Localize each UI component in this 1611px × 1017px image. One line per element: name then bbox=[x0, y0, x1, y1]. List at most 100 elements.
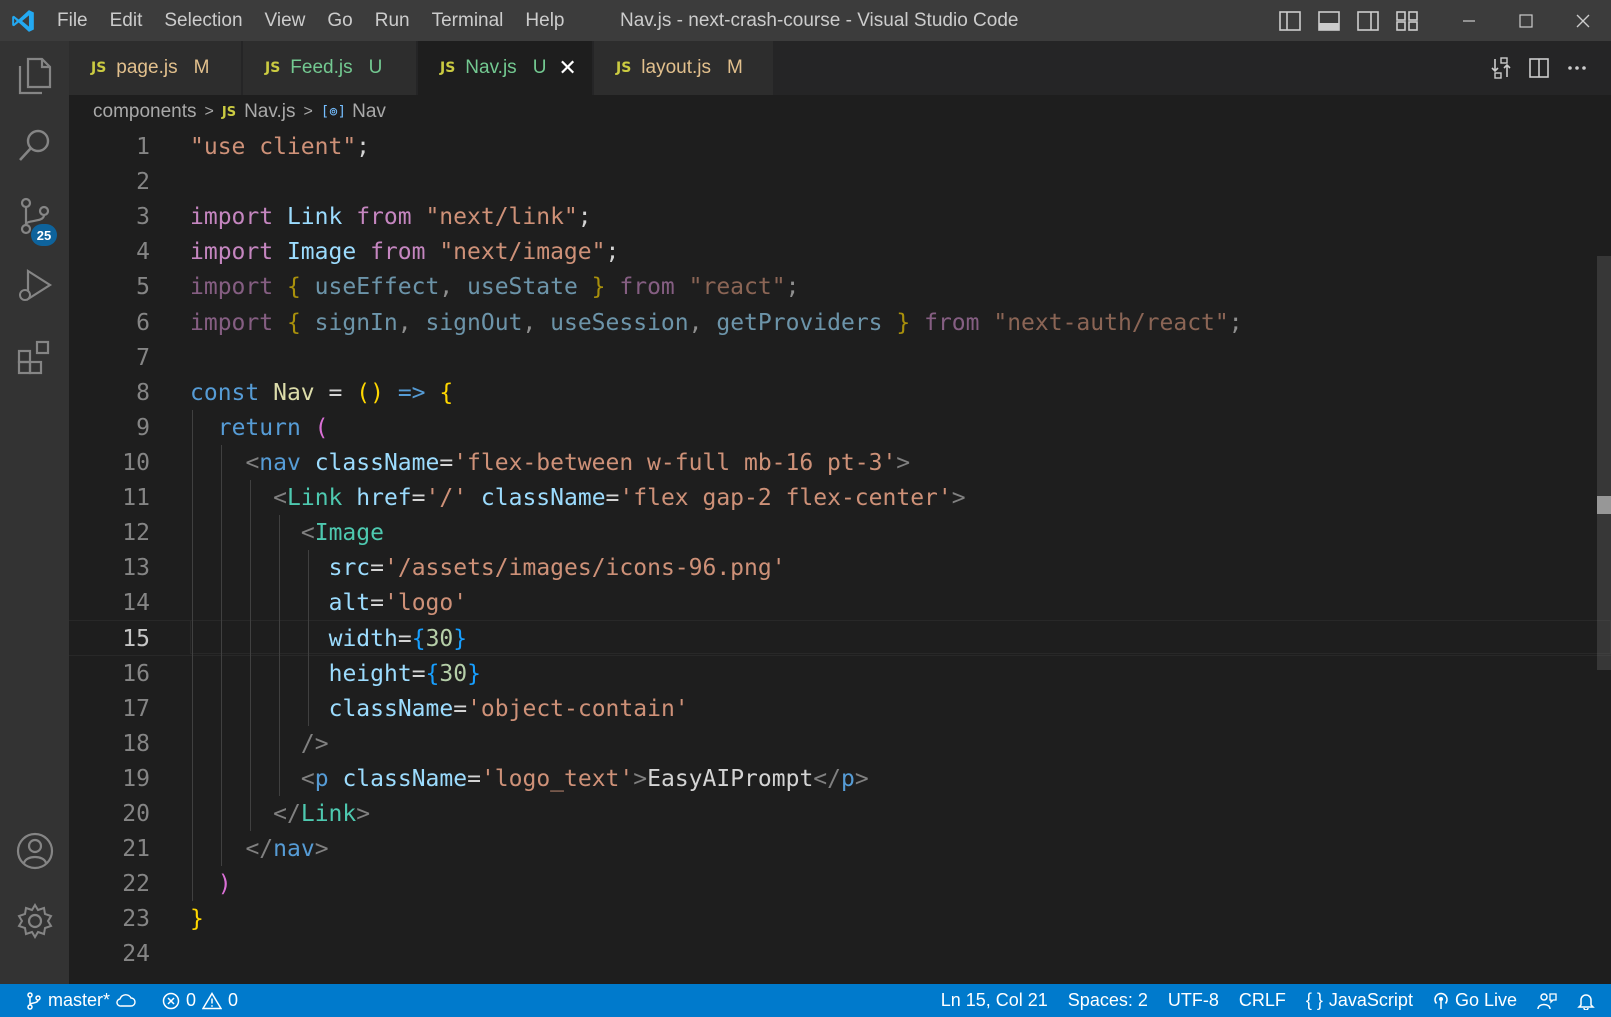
feedback-button[interactable] bbox=[1527, 992, 1567, 1010]
code-line[interactable]: 10 <nav className='flex-between w-full m… bbox=[69, 445, 1611, 481]
problems-item[interactable]: 0 0 bbox=[152, 984, 248, 1017]
code-line[interactable]: 23} bbox=[69, 901, 1611, 937]
code-line[interactable]: 8 const Nav = () => { bbox=[69, 375, 1611, 411]
layout-sidebar-left-icon bbox=[1278, 10, 1301, 31]
tab-git-status: U bbox=[532, 57, 547, 78]
close-window-button[interactable] bbox=[1554, 0, 1611, 41]
menu-edit[interactable]: Edit bbox=[99, 0, 154, 41]
code-line[interactable]: 6 import { signIn, signOut, useSession, g… bbox=[69, 305, 1611, 341]
tab-close-icon[interactable]: ✕ bbox=[558, 55, 576, 81]
code-line[interactable]: 13 src='/assets/images/icons-96.png' bbox=[69, 550, 1611, 586]
code-line[interactable]: 14 alt='logo' bbox=[69, 585, 1611, 621]
breadcrumb: components > JS Nav.js > [⊚] Nav bbox=[69, 95, 386, 129]
code-text: className='object-contain' bbox=[328, 695, 689, 722]
code-line[interactable]: 19 <p className='logo_text'>EasyAIPrompt… bbox=[69, 761, 1611, 797]
language-label: JavaScript bbox=[1328, 990, 1413, 1010]
code-line[interactable]: 18 /> bbox=[69, 726, 1611, 762]
code-line[interactable]: 1 "use client"; bbox=[69, 129, 1611, 165]
status-bar: master* 0 0 Ln 15, Col 21 Spaces: 2 UTF-… bbox=[0, 984, 1611, 1017]
cursor-position[interactable]: Ln 15, Col 21 bbox=[931, 984, 1058, 1017]
language-mode[interactable]: { } JavaScript bbox=[1296, 984, 1423, 1017]
close-icon bbox=[1576, 14, 1589, 27]
code-line[interactable]: 16 height={30} bbox=[69, 656, 1611, 692]
code-line[interactable]: 17 className='object-contain' bbox=[69, 691, 1611, 727]
maximize-icon bbox=[1518, 13, 1533, 28]
indentation[interactable]: Spaces: 2 bbox=[1058, 984, 1158, 1017]
menu-file[interactable]: File bbox=[46, 0, 99, 41]
error-icon bbox=[162, 992, 180, 1009]
menu-help[interactable]: Help bbox=[514, 0, 575, 41]
breadcrumb-file[interactable]: Nav.js bbox=[244, 101, 295, 123]
tab-feed-js[interactable]: JS Feed.js U bbox=[243, 41, 417, 95]
editor-scrollbar[interactable] bbox=[1597, 129, 1611, 984]
toggle-primary-sidebar-button[interactable] bbox=[1270, 0, 1309, 41]
code-text: </nav> bbox=[245, 836, 329, 862]
vscode-logo-icon bbox=[0, 0, 46, 41]
warning-count: 0 bbox=[228, 990, 239, 1010]
code-line[interactable]: 12 <Image bbox=[69, 515, 1611, 551]
line-number: 18 bbox=[122, 730, 150, 757]
menu-terminal[interactable]: Terminal bbox=[421, 0, 515, 41]
code-line[interactable]: 2 bbox=[69, 164, 1611, 200]
source-control-badge: 25 bbox=[31, 224, 57, 246]
menu-selection[interactable]: Selection bbox=[153, 0, 253, 41]
line-number: 3 bbox=[136, 204, 150, 231]
line-number: 10 bbox=[122, 449, 150, 476]
code-line[interactable]: 21 </nav> bbox=[69, 831, 1611, 867]
encoding[interactable]: UTF-8 bbox=[1158, 984, 1229, 1017]
open-changes-icon[interactable] bbox=[1489, 56, 1513, 80]
javascript-file-icon: JS bbox=[91, 60, 107, 76]
code-line[interactable]: 3 import Link from "next/link"; bbox=[69, 199, 1611, 235]
search-icon[interactable] bbox=[0, 113, 69, 177]
extensions-icon[interactable] bbox=[0, 325, 69, 389]
code-text: height={30} bbox=[328, 660, 481, 687]
line-number: 7 bbox=[136, 344, 150, 371]
menu-bar: File Edit Selection View Go Run Terminal… bbox=[46, 0, 576, 41]
activity-bar: 25 bbox=[0, 41, 69, 984]
code-line[interactable]: 22 ) bbox=[69, 866, 1611, 902]
code-text: return ( bbox=[217, 414, 329, 441]
run-debug-icon[interactable] bbox=[0, 254, 69, 318]
split-editor-icon[interactable] bbox=[1527, 56, 1551, 80]
code-line[interactable]: 7 bbox=[69, 340, 1611, 376]
code-line[interactable]: 4 import Image from "next/image"; bbox=[69, 234, 1611, 270]
toggle-secondary-sidebar-button[interactable] bbox=[1348, 0, 1387, 41]
tab-layout-js[interactable]: JS layout.js M bbox=[594, 41, 774, 95]
menu-go[interactable]: Go bbox=[316, 0, 363, 41]
git-branch-item[interactable]: master* bbox=[16, 984, 146, 1017]
code-text: ) bbox=[217, 871, 232, 898]
toggle-panel-button[interactable] bbox=[1309, 0, 1348, 41]
end-of-line[interactable]: CRLF bbox=[1229, 984, 1296, 1017]
layout-panel-icon bbox=[1317, 10, 1340, 31]
code-editor[interactable]: 1 "use client"; 2 3 import Link from "next/l… bbox=[69, 129, 1611, 984]
indent-guide bbox=[221, 444, 223, 867]
tab-nav-js[interactable]: JS Nav.js U ✕ bbox=[418, 41, 593, 95]
breadcrumb-folder[interactable]: components bbox=[93, 101, 197, 123]
menu-run[interactable]: Run bbox=[364, 0, 421, 41]
accounts-icon[interactable] bbox=[0, 819, 69, 883]
scrollbar-thumb[interactable] bbox=[1597, 256, 1611, 670]
line-number: 23 bbox=[122, 906, 150, 933]
explorer-icon[interactable] bbox=[0, 44, 69, 108]
line-number: 8 bbox=[136, 379, 150, 406]
minimize-button[interactable] bbox=[1440, 0, 1497, 41]
tab-page-js[interactable]: JS page.js M bbox=[69, 41, 242, 95]
code-line[interactable]: 11 <Link href='/' className='flex gap-2 … bbox=[69, 480, 1611, 516]
code-line[interactable]: 9 return ( bbox=[69, 410, 1611, 446]
menu-view[interactable]: View bbox=[254, 0, 317, 41]
indent-guide bbox=[308, 550, 310, 726]
minimize-icon bbox=[1462, 19, 1475, 22]
go-live-label: Go Live bbox=[1454, 990, 1517, 1010]
more-actions-icon[interactable] bbox=[1565, 56, 1589, 80]
customize-layout-button[interactable] bbox=[1387, 0, 1426, 41]
notifications-button[interactable] bbox=[1567, 992, 1611, 1010]
breadcrumb-symbol[interactable]: Nav bbox=[352, 101, 386, 123]
maximize-button[interactable] bbox=[1497, 0, 1554, 41]
code-line[interactable]: 24 bbox=[69, 936, 1611, 972]
go-live-button[interactable]: Go Live bbox=[1423, 984, 1527, 1017]
bell-icon bbox=[1577, 993, 1595, 1010]
code-text: alt='logo' bbox=[328, 590, 468, 617]
code-line[interactable]: 5 import { useEffect, useState } from "re… bbox=[69, 269, 1611, 305]
settings-gear-icon[interactable] bbox=[0, 889, 69, 953]
code-line[interactable]: 20 </Link> bbox=[69, 796, 1611, 832]
